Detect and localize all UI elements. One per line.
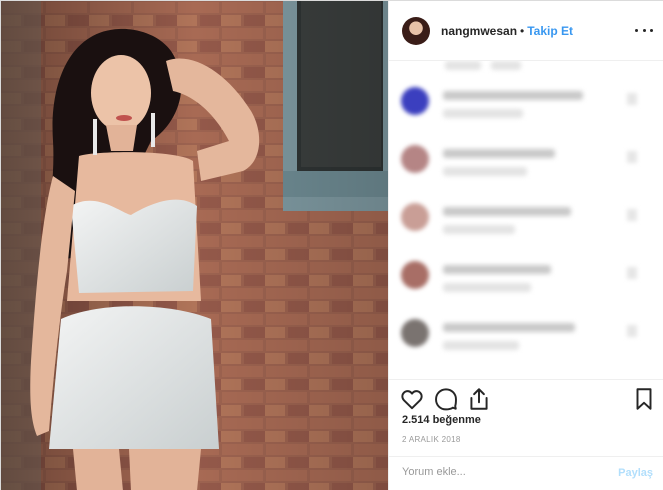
more-options-icon[interactable] (635, 23, 653, 37)
comment-item (401, 315, 651, 355)
comment-item (401, 83, 651, 123)
commenter-avatar[interactable] (401, 261, 429, 289)
instagram-post: nangmwesan • Takip Et 2.514 beğenme 2 AR… (0, 0, 663, 490)
follow-button[interactable]: Takip Et (527, 24, 573, 38)
comment-input[interactable] (402, 466, 602, 478)
commenter-avatar[interactable] (401, 87, 429, 115)
action-bar (389, 379, 663, 419)
avatar[interactable] (402, 16, 430, 45)
post-comment-button[interactable]: Paylaş (618, 467, 653, 479)
comment-icon[interactable] (433, 386, 459, 412)
likes-count[interactable]: 2.514 beğenme (402, 414, 481, 426)
comment-like-icon[interactable] (627, 151, 637, 163)
comment-item (401, 141, 651, 181)
add-comment-bar: Paylaş (389, 456, 663, 490)
post-photo[interactable] (1, 1, 388, 490)
heart-icon[interactable] (399, 386, 425, 412)
share-icon[interactable] (466, 386, 492, 412)
comment-like-icon[interactable] (627, 267, 637, 279)
post-side-panel: nangmwesan • Takip Et 2.514 beğenme 2 AR… (388, 1, 663, 490)
header-separator: • (520, 23, 525, 38)
commenter-avatar[interactable] (401, 203, 429, 231)
commenter-avatar[interactable] (401, 145, 429, 173)
post-date[interactable]: 2 ARALIK 2018 (402, 435, 461, 444)
comments-list (389, 61, 663, 379)
comment-like-icon[interactable] (627, 209, 637, 221)
comment-like-icon[interactable] (627, 93, 637, 105)
commenter-avatar[interactable] (401, 319, 429, 347)
comment-item (401, 199, 651, 239)
username[interactable]: nangmwesan (441, 24, 517, 38)
post-header: nangmwesan • Takip Et (389, 1, 663, 61)
bookmark-icon[interactable] (631, 386, 657, 412)
comment-like-icon[interactable] (627, 325, 637, 337)
photo-illustration (1, 1, 388, 490)
comment-item (401, 257, 651, 297)
